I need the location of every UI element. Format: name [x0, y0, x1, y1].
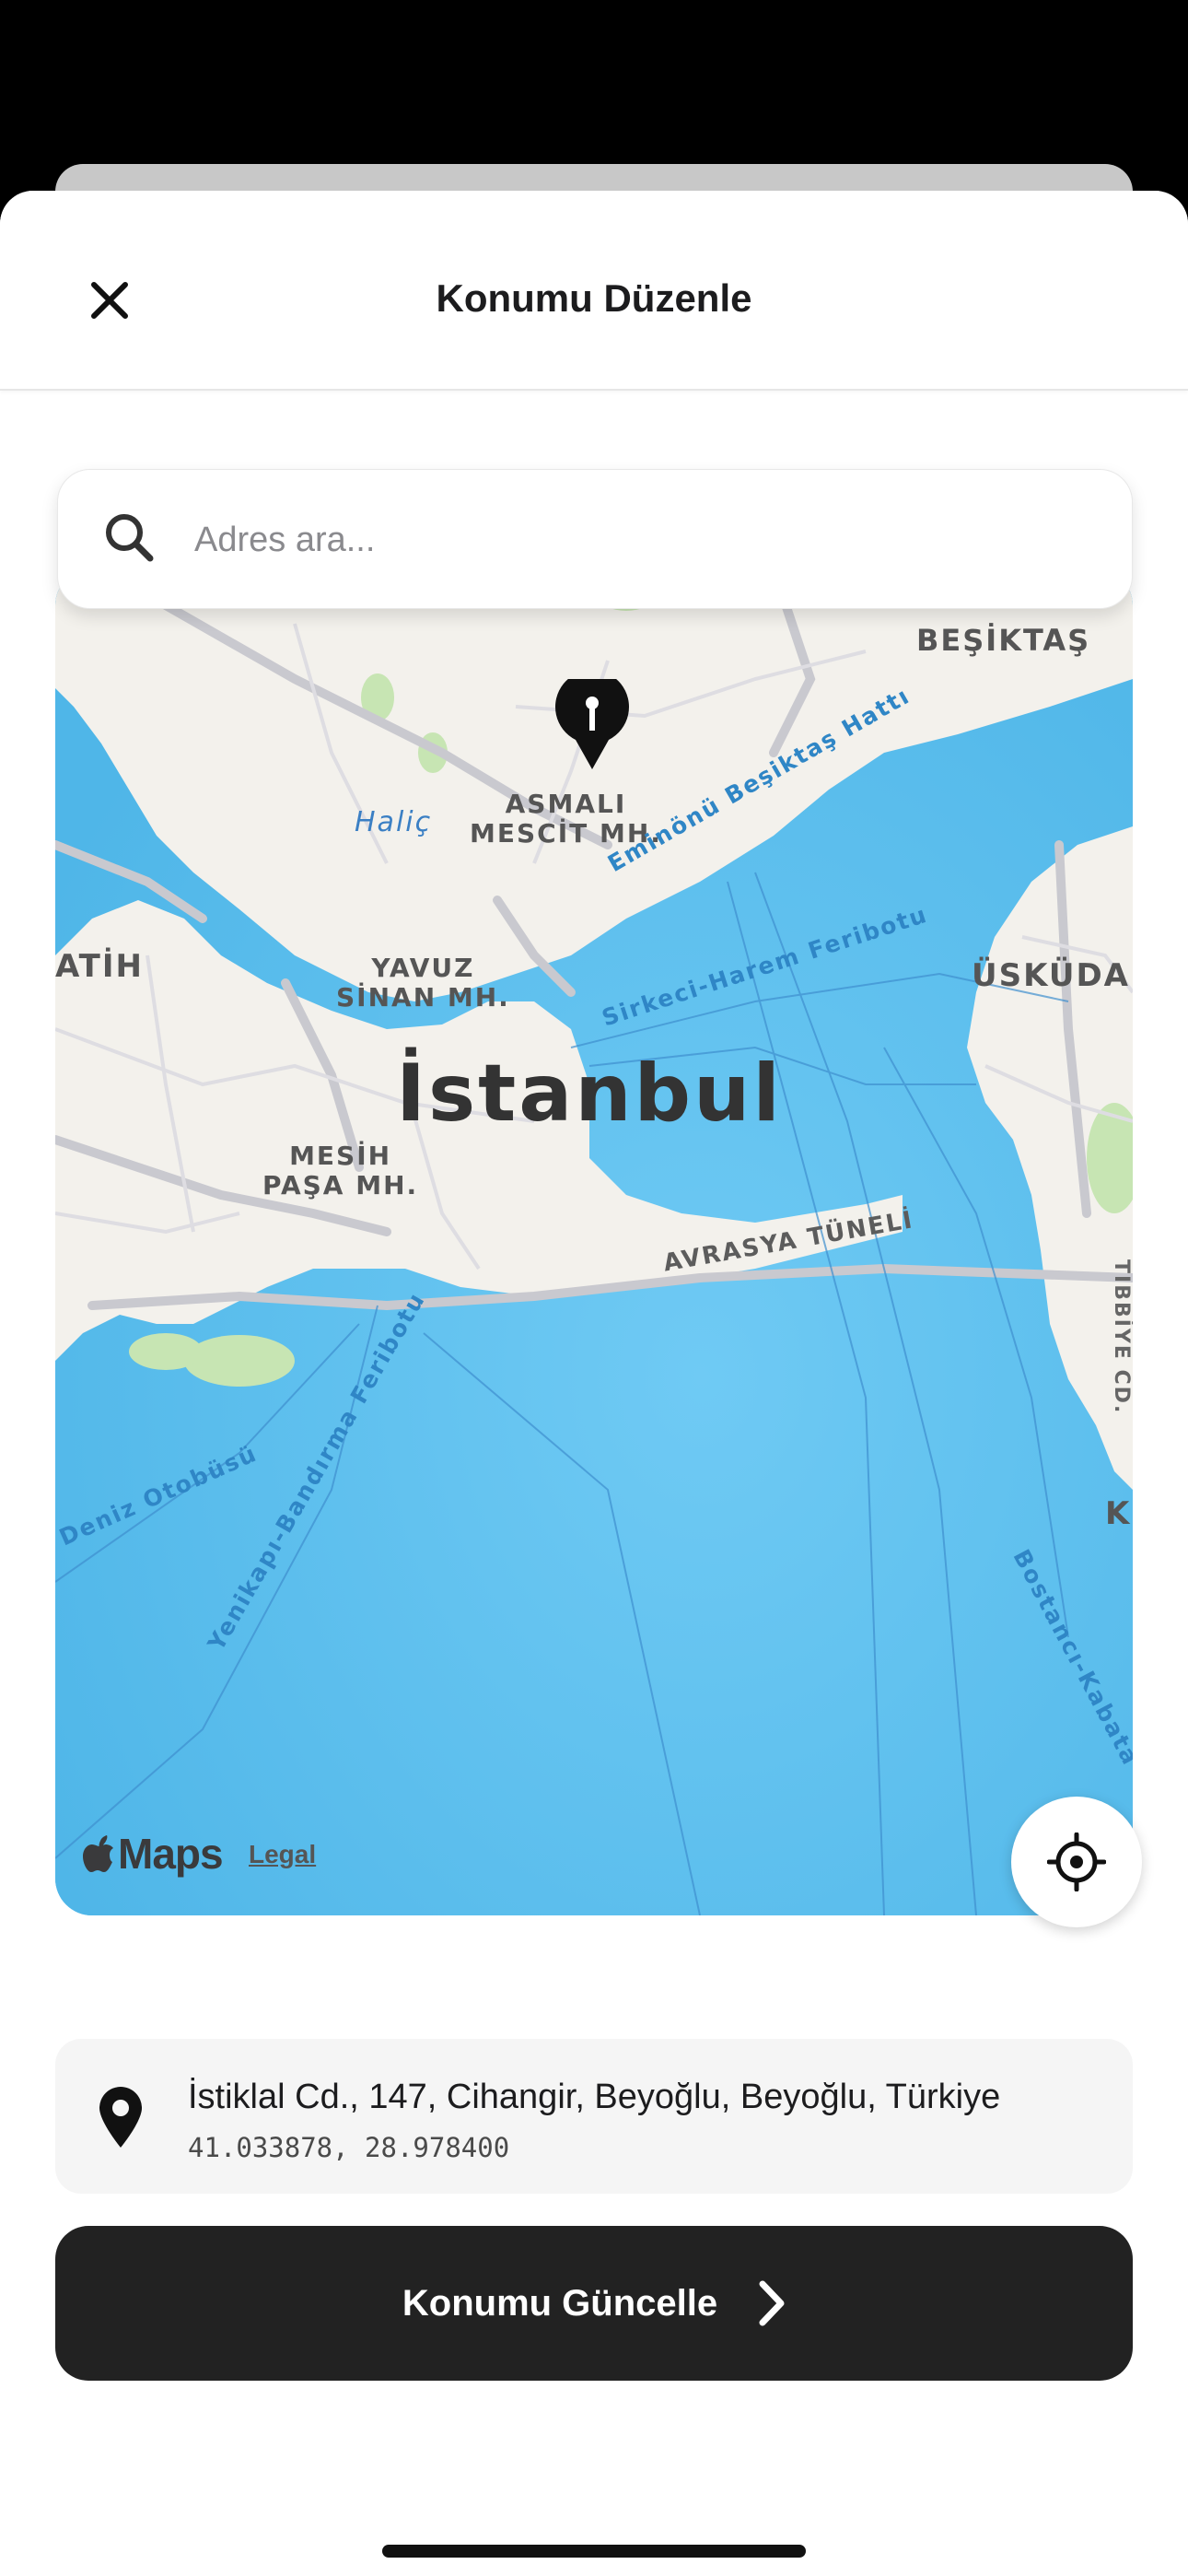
update-location-label: Konumu Güncelle: [402, 2282, 718, 2324]
map-label-fatih: ATİH: [55, 948, 144, 985]
locate-me-button[interactable]: [1011, 1797, 1142, 1927]
search-input[interactable]: [192, 507, 1080, 573]
map-label-k: K: [1105, 1495, 1132, 1532]
legal-link[interactable]: Legal: [249, 1840, 316, 1869]
update-location-button[interactable]: Konumu Güncelle: [55, 2226, 1133, 2381]
map-label-mesih-pasa: MESİH PAŞA MH.: [262, 1141, 419, 1200]
map-label-tibbiye: TIBBİYE CD.: [1110, 1259, 1133, 1415]
map-pin-icon: [555, 679, 629, 769]
page-title: Konumu Düzenle: [436, 276, 752, 320]
sheet-header: Konumu Düzenle: [0, 191, 1188, 391]
selected-address-card: İstiklal Cd., 147, Cihangir, Beyoğlu, Be…: [55, 2039, 1133, 2194]
map-label-istanbul: İstanbul: [396, 1048, 783, 1140]
search-bar: [57, 469, 1133, 609]
map-label-uskudar: ÜSKÜDAR: [972, 957, 1133, 994]
home-indicator: [382, 2545, 806, 2558]
chevron-right-icon: [759, 2280, 785, 2326]
map-label-yavuz-sinan: YAVUZ SİNAN MH.: [336, 953, 510, 1013]
apple-maps-logo: Maps: [83, 1829, 224, 1879]
map-view[interactable]: BEŞİKTAŞ ÜSKÜDAR ATİH ASMALI MESCİT MH. …: [55, 568, 1133, 1915]
crosshair-icon: [1047, 1832, 1106, 1891]
search-icon: [106, 514, 154, 562]
location-pin-icon: [99, 2087, 142, 2148]
address-text: İstiklal Cd., 147, Cihangir, Beyoğlu, Be…: [188, 2078, 1001, 2116]
map-label-halic: Haliç: [355, 806, 433, 838]
apple-icon: [83, 1835, 113, 1872]
edit-location-sheet: Konumu Düzenle BEŞİKTAŞ ÜSKÜDA ATİH ASMA…: [0, 191, 1188, 2576]
maps-logo-text: Maps: [118, 1830, 224, 1878]
map-label-besiktas: BEŞİKTAŞ: [916, 623, 1091, 658]
coordinates-text: 41.033878, 28.978400: [188, 2132, 510, 2163]
